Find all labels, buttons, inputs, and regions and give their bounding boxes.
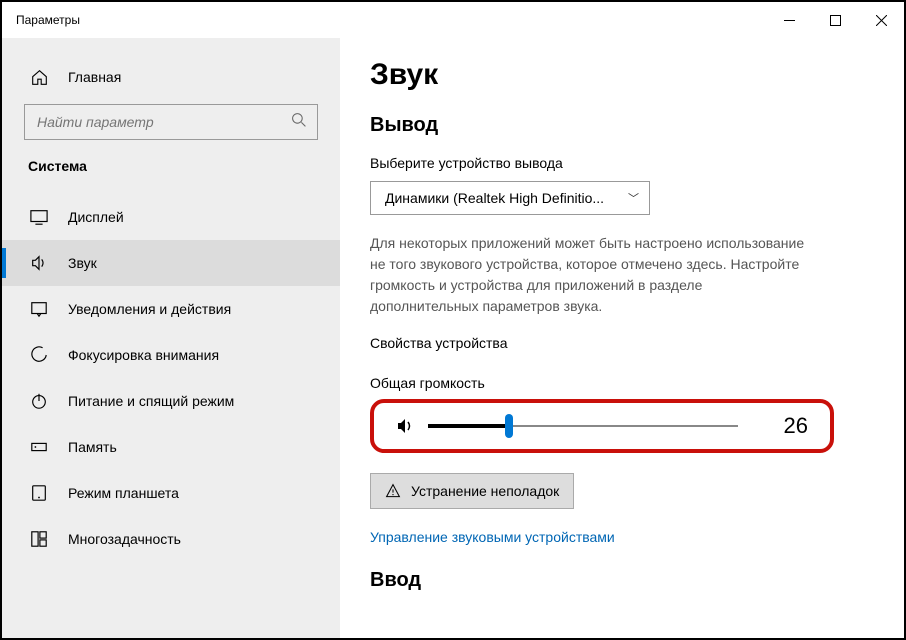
device-properties-link[interactable]: Свойства устройства [370, 335, 874, 351]
volume-value: 26 [778, 413, 808, 439]
sidebar: Главная Система Дисплей Звук [2, 38, 340, 638]
page-title: Звук [370, 58, 874, 92]
sidebar-item-label: Многозадачность [68, 531, 181, 547]
speaker-icon[interactable] [396, 416, 416, 436]
home-label: Главная [68, 69, 121, 85]
volume-slider[interactable] [428, 415, 738, 437]
search-box[interactable] [24, 104, 318, 140]
output-device-dropdown[interactable]: Динамики (Realtek High Definitio... ﹀ [370, 181, 650, 215]
sidebar-item-power[interactable]: Питание и спящий режим [2, 378, 340, 424]
sidebar-item-storage[interactable]: Память [2, 424, 340, 470]
minimize-button[interactable] [766, 2, 812, 38]
search-input[interactable] [37, 114, 291, 130]
window-controls [766, 2, 904, 38]
home-icon [28, 69, 50, 86]
titlebar: Параметры [2, 2, 904, 38]
sidebar-item-label: Фокусировка внимания [68, 347, 219, 363]
sidebar-item-label: Дисплей [68, 209, 124, 225]
manage-devices-link[interactable]: Управление звуковыми устройствами [370, 529, 874, 545]
maximize-button[interactable] [812, 2, 858, 38]
sidebar-item-focus[interactable]: Фокусировка внимания [2, 332, 340, 378]
sidebar-item-tablet[interactable]: Режим планшета [2, 470, 340, 516]
sidebar-item-display[interactable]: Дисплей [2, 194, 340, 240]
notifications-icon [28, 300, 50, 318]
sidebar-item-label: Питание и спящий режим [68, 393, 234, 409]
sound-icon [28, 254, 50, 272]
sidebar-item-label: Память [68, 439, 117, 455]
dropdown-value: Динамики (Realtek High Definitio... [385, 190, 628, 206]
power-icon [28, 392, 50, 410]
sidebar-item-multitask[interactable]: Многозадачность [2, 516, 340, 562]
multitask-icon [28, 530, 50, 548]
display-icon [28, 208, 50, 226]
troubleshoot-label: Устранение неполадок [411, 483, 559, 499]
nav-list: Дисплей Звук Уведомления и действия Фоку… [2, 194, 340, 638]
sidebar-item-sound[interactable]: Звук [2, 240, 340, 286]
storage-icon [28, 438, 50, 456]
sidebar-section-title: Система [2, 158, 340, 174]
close-button[interactable] [858, 2, 904, 38]
volume-highlight: 26 [370, 399, 834, 453]
tablet-icon [28, 484, 50, 502]
search-icon [291, 112, 307, 133]
warning-icon [385, 483, 401, 499]
sidebar-item-label: Режим планшета [68, 485, 179, 501]
input-heading: Ввод [370, 569, 874, 592]
window-title: Параметры [16, 13, 766, 27]
sidebar-item-notifications[interactable]: Уведомления и действия [2, 286, 340, 332]
focus-icon [28, 346, 50, 364]
home-link[interactable]: Главная [2, 60, 340, 94]
sidebar-item-label: Уведомления и действия [68, 301, 231, 317]
master-volume-label: Общая громкость [370, 375, 874, 391]
output-device-label: Выберите устройство вывода [370, 155, 874, 171]
main-content: Звук Вывод Выберите устройство вывода Ди… [340, 38, 904, 638]
troubleshoot-button[interactable]: Устранение неполадок [370, 473, 574, 509]
chevron-down-icon: ﹀ [628, 190, 639, 206]
output-description: Для некоторых приложений может быть наст… [370, 233, 810, 317]
sidebar-item-label: Звук [68, 255, 97, 271]
slider-thumb[interactable] [505, 414, 513, 438]
output-heading: Вывод [370, 114, 874, 137]
slider-fill [428, 424, 509, 428]
